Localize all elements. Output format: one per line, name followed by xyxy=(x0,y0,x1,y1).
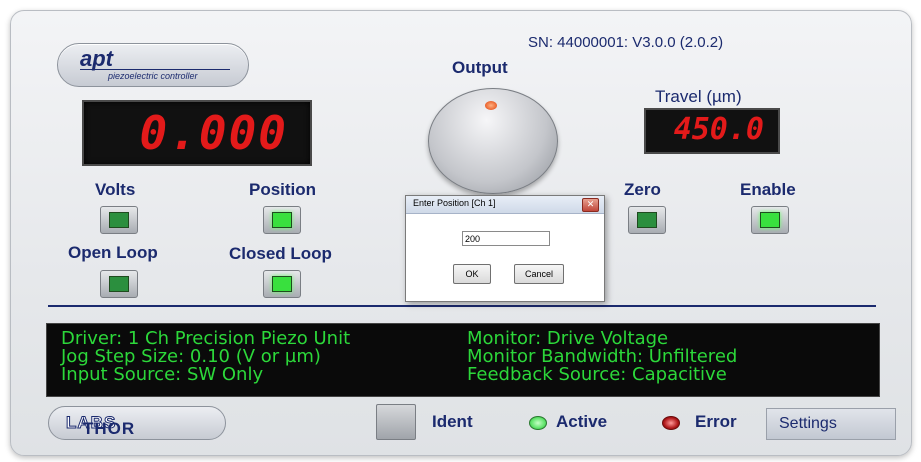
position-led-icon xyxy=(272,212,292,228)
closed-loop-label: Closed Loop xyxy=(229,244,332,263)
position-input[interactable] xyxy=(462,231,550,246)
close-icon[interactable]: ✕ xyxy=(582,198,599,212)
ok-button[interactable]: OK xyxy=(453,264,491,284)
output-display: 0.000 xyxy=(82,100,312,166)
open-loop-button[interactable] xyxy=(100,270,138,298)
active-label: Active xyxy=(556,412,608,431)
ident-label: Ident xyxy=(432,412,473,431)
open-loop-label: Open Loop xyxy=(68,243,158,262)
enable-button[interactable] xyxy=(751,206,789,234)
closed-loop-led-icon xyxy=(272,276,292,292)
status-display: Driver: 1 Ch Precision Piezo Unit Jog St… xyxy=(46,323,880,397)
position-label: Position xyxy=(249,180,317,199)
thor-text: THOR xyxy=(83,419,136,438)
enter-position-dialog: Enter Position [Ch 1] ✕ OK Cancel xyxy=(405,195,605,302)
enable-label: Enable xyxy=(740,180,796,199)
zero-label: Zero xyxy=(624,180,661,199)
enable-led-icon xyxy=(760,212,780,228)
position-button[interactable] xyxy=(263,206,301,234)
settings-label: Settings xyxy=(779,415,837,432)
serial-number: SN: 44000001: V3.0.0 (2.0.2) xyxy=(528,34,724,51)
travel-value: 450.0 xyxy=(673,112,764,147)
travel-label: Travel (µm) xyxy=(655,87,742,106)
divider xyxy=(48,305,876,307)
apt-logo: apt piezoelectric controller xyxy=(57,43,249,87)
info-input-source: Input Source: SW Only xyxy=(61,364,264,385)
error-label: Error xyxy=(695,412,737,431)
dialog-title: Enter Position [Ch 1] xyxy=(413,198,496,208)
zero-led-icon xyxy=(637,212,657,228)
output-value: 0.000 xyxy=(139,106,288,160)
output-label: Output xyxy=(452,58,508,77)
logo-subtitle: piezoelectric controller xyxy=(108,71,198,81)
thorlabs-logo: THOR LABS xyxy=(48,406,226,440)
closed-loop-button[interactable] xyxy=(263,270,301,298)
travel-display: 450.0 xyxy=(644,108,780,154)
volts-label: Volts xyxy=(95,180,136,199)
knob-indicator-icon xyxy=(485,101,497,110)
info-feedback-source: Feedback Source: Capacitive xyxy=(467,364,727,385)
logo-underline xyxy=(80,69,230,70)
ident-button[interactable] xyxy=(376,404,416,440)
error-led-icon xyxy=(662,416,680,430)
cancel-button[interactable]: Cancel xyxy=(514,264,564,284)
zero-button[interactable] xyxy=(628,206,666,234)
output-knob[interactable] xyxy=(428,88,558,194)
volts-led-icon xyxy=(109,212,129,228)
open-loop-led-icon xyxy=(109,276,129,292)
settings-button[interactable]: Settings xyxy=(766,408,896,440)
dialog-titlebar: Enter Position [Ch 1] ✕ xyxy=(406,196,604,214)
volts-button[interactable] xyxy=(100,206,138,234)
active-led-icon xyxy=(529,416,547,430)
